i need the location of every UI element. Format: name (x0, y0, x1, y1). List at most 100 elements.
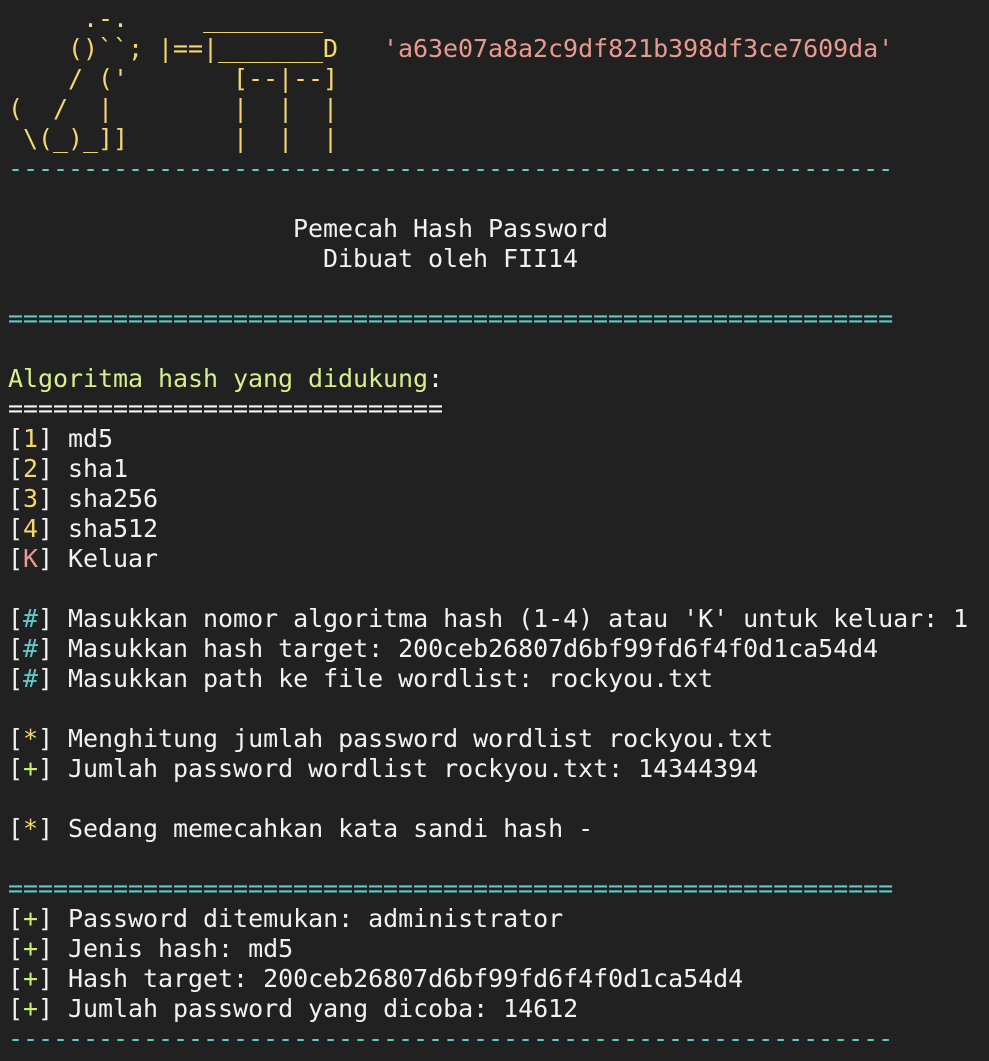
bracket-close: ] (38, 454, 54, 483)
progress-marker: * (23, 724, 39, 753)
menu-item-label: sha512 (53, 514, 159, 543)
bracket-open: [ (8, 664, 24, 693)
progress-text: Jumlah password wordlist rockyou.txt: 14… (53, 754, 759, 783)
bracket-open: [ (8, 604, 24, 633)
bracket-close: ] (38, 514, 54, 543)
result-line: [+] Password ditemukan: administrator (0, 904, 989, 934)
bracket-open: [ (8, 484, 24, 513)
menu-item-key: 3 (23, 484, 39, 513)
result-marker: + (23, 964, 39, 993)
banner-art-text: ( / | | | | (8, 94, 339, 123)
result-line: [+] Jenis hash: md5 (0, 934, 989, 964)
progress-line: [+] Jumlah password wordlist rockyou.txt… (0, 754, 989, 784)
progress-marker: + (23, 754, 39, 783)
divider-text: ============================= (8, 394, 444, 423)
menu-heading-colon: : (428, 364, 444, 393)
bracket-close: ] (38, 964, 54, 993)
result-marker: + (23, 904, 39, 933)
banner-art-text: .-. ________ (8, 4, 324, 33)
menu-item-key: 2 (23, 454, 39, 483)
result-marker: + (23, 994, 39, 1023)
banner-art-line: ( / | | | | (0, 94, 989, 124)
bracket-close: ] (38, 604, 54, 633)
prompt-text: Masukkan path ke file wordlist: rockyou.… (53, 664, 714, 693)
divider-eq: ========================================… (0, 874, 989, 904)
author-line: Dibuat oleh FII14 (0, 244, 989, 274)
prompt-marker: # (23, 634, 39, 663)
result-text: Jenis hash: md5 (53, 934, 294, 963)
bracket-open: [ (8, 514, 24, 543)
prompt-line: [#] Masukkan hash target: 200ceb26807d6b… (0, 634, 989, 664)
bracket-open: [ (8, 814, 24, 843)
bracket-close: ] (38, 724, 54, 753)
bracket-open: [ (8, 424, 24, 453)
menu-item-label: sha256 (53, 484, 159, 513)
menu-heading: Algoritma hash yang didukung: (0, 364, 989, 394)
menu-item-label: md5 (53, 424, 114, 453)
progress-line: [*] Menghitung jumlah password wordlist … (0, 724, 989, 754)
status-line: [*] Sedang memecahkan kata sandi hash - (0, 814, 989, 844)
bracket-close: ] (38, 994, 54, 1023)
bracket-open: [ (8, 454, 24, 483)
title-line: Pemecah Hash Password (0, 214, 989, 244)
bracket-close: ] (38, 484, 54, 513)
menu-item-label: Keluar (53, 544, 159, 573)
bracket-close: ] (38, 544, 54, 573)
app-author: Dibuat oleh FII14 (8, 244, 579, 273)
terminal-window[interactable]: .-. ________ ()``; |==|_______D 'a63e07a… (0, 0, 989, 1061)
status-marker: * (23, 814, 39, 843)
divider-text: ----------------------------------------… (8, 154, 894, 183)
menu-item-sha1: [2] sha1 (0, 454, 989, 484)
prompt-marker: # (23, 664, 39, 693)
prompt-text: Masukkan hash target: 200ceb26807d6bf99f… (53, 634, 879, 663)
menu-item-key: K (23, 544, 39, 573)
divider-dash: ----------------------------------------… (0, 1024, 989, 1054)
bracket-close: ] (38, 934, 54, 963)
banner-art-text: \(_)_]] | | | (8, 124, 339, 153)
bracket-open: [ (8, 634, 24, 663)
bracket-close: ] (38, 634, 54, 663)
status-text: Sedang memecahkan kata sandi hash - (53, 814, 594, 843)
progress-text: Menghitung jumlah password wordlist rock… (53, 724, 774, 753)
menu-item-key: 4 (23, 514, 39, 543)
result-line: [+] Jumlah password yang dicoba: 14612 (0, 994, 989, 1024)
bracket-open: [ (8, 964, 24, 993)
banner-art-line: / (' [--|--] (0, 64, 989, 94)
bracket-open: [ (8, 994, 24, 1023)
result-marker: + (23, 934, 39, 963)
menu-item-sha512: [4] sha512 (0, 514, 989, 544)
result-text: Hash target: 200ceb26807d6bf99fd6f4f0d1c… (53, 964, 744, 993)
banner-art-line: ()``; |==|_______D 'a63e07a8a2c9df821b39… (0, 34, 989, 64)
banner-hash-literal: 'a63e07a8a2c9df821b398df3ce7609da' (383, 34, 894, 63)
menu-item-sha256: [3] sha256 (0, 484, 989, 514)
banner-art-line: .-. ________ (0, 4, 989, 34)
menu-item-key: 1 (23, 424, 39, 453)
divider-text: ========================================… (8, 874, 894, 903)
bracket-close: ] (38, 814, 54, 843)
prompt-line: [#] Masukkan nomor algoritma hash (1-4) … (0, 604, 989, 634)
menu-item-keluar: [K] Keluar (0, 544, 989, 574)
prompt-line: [#] Masukkan path ke file wordlist: rock… (0, 664, 989, 694)
banner-art-text: ()``; |==|_______D (8, 34, 384, 63)
bracket-close: ] (38, 664, 54, 693)
divider-eq: ========================================… (0, 304, 989, 334)
bracket-open: [ (8, 934, 24, 963)
divider-text: ----------------------------------------… (8, 1024, 894, 1053)
bracket-open: [ (8, 544, 24, 573)
bracket-close: ] (38, 424, 54, 453)
divider-text: ========================================… (8, 304, 894, 333)
menu-item-md5: [1] md5 (0, 424, 989, 454)
bracket-open: [ (8, 754, 24, 783)
banner-art-line: \(_)_]] | | | (0, 124, 989, 154)
prompt-marker: # (23, 604, 39, 633)
result-text: Jumlah password yang dicoba: 14612 (53, 994, 579, 1023)
prompt-text: Masukkan nomor algoritma hash (1-4) atau… (53, 604, 969, 633)
banner-art-text: / (' [--|--] (8, 64, 339, 93)
